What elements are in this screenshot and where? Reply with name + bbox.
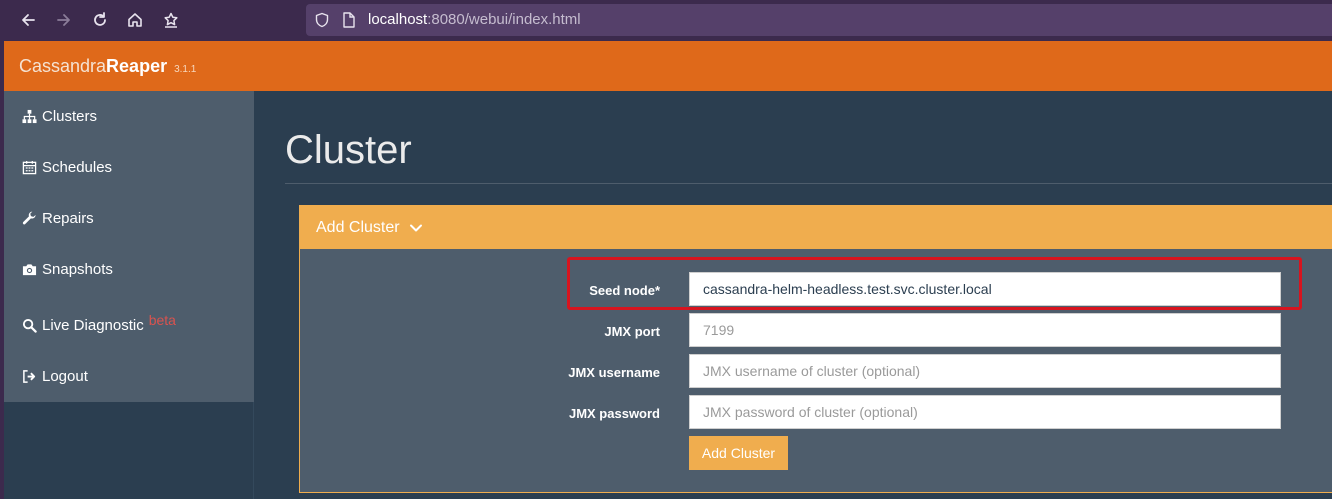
- jmx-username-input[interactable]: [689, 354, 1281, 388]
- forward-arrow-icon[interactable]: [52, 8, 76, 32]
- sidebar-item-live-diagnostic[interactable]: Live Diagnostic beta: [4, 300, 254, 351]
- page-title: Cluster: [285, 128, 412, 172]
- address-bar[interactable]: localhost:8080/webui/index.html: [306, 4, 1332, 36]
- sign-out-icon: [21, 369, 37, 385]
- jmx-port-input[interactable]: [689, 313, 1281, 347]
- shield-icon[interactable]: [314, 12, 330, 28]
- sidebar-item-label: Repairs: [42, 210, 94, 227]
- bookmark-star-icon[interactable]: [159, 8, 183, 32]
- sidebar-item-repairs[interactable]: Repairs: [4, 193, 254, 244]
- sidebar-empty-area: [4, 402, 254, 499]
- sidebar-item-snapshots[interactable]: Snapshots: [4, 244, 254, 295]
- add-cluster-panel-toggle[interactable]: Add Cluster: [300, 206, 1332, 249]
- chevron-down-icon: [409, 221, 423, 235]
- back-arrow-icon[interactable]: [16, 8, 40, 32]
- jmx-username-label: JMX username: [568, 365, 660, 380]
- url-text[interactable]: localhost:8080/webui/index.html: [368, 11, 581, 28]
- jmx-password-input[interactable]: [689, 395, 1281, 429]
- search-icon: [21, 318, 37, 334]
- sidebar-item-label: Logout: [42, 368, 88, 385]
- page-icon: [342, 12, 356, 28]
- seed-node-input[interactable]: [689, 272, 1281, 306]
- brand-name-light: Cassandra: [19, 56, 107, 76]
- home-icon[interactable]: [123, 8, 147, 32]
- camera-icon: [21, 262, 37, 278]
- sidebar-item-label: Clusters: [42, 108, 98, 125]
- sidebar-item-label: Schedules: [42, 159, 113, 176]
- wrench-icon: [21, 211, 37, 227]
- calendar-icon: [21, 160, 37, 176]
- add-cluster-panel: Add Cluster: [299, 205, 1332, 493]
- title-divider: [285, 183, 1332, 184]
- jmx-port-label: JMX port: [604, 324, 660, 339]
- brand-name-bold: Reaper: [106, 56, 168, 76]
- sitemap-icon: [21, 109, 37, 125]
- seed-node-label: Seed node*: [589, 283, 660, 298]
- reload-icon[interactable]: [88, 8, 112, 32]
- add-cluster-button[interactable]: Add Cluster: [689, 436, 788, 470]
- brand-logo[interactable]: CassandraReaper 3.1.1: [19, 56, 196, 77]
- jmx-password-label: JMX password: [568, 406, 660, 421]
- url-path: :8080/webui/index.html: [427, 11, 581, 28]
- sidebar: Clusters Schedules Repairs Snapshots Liv…: [4, 91, 254, 402]
- sidebar-item-logout[interactable]: Logout: [4, 351, 254, 402]
- browser-toolbar: localhost:8080/webui/index.html: [0, 0, 1332, 41]
- sidebar-item-schedules[interactable]: Schedules: [4, 142, 254, 193]
- sidebar-item-label: Snapshots: [42, 261, 113, 278]
- sidebar-item-label: Live Diagnostic: [42, 317, 144, 334]
- beta-badge: beta: [148, 311, 176, 328]
- sidebar-item-clusters[interactable]: Clusters: [4, 91, 254, 142]
- app-header: CassandraReaper 3.1.1: [4, 41, 1332, 91]
- url-host: localhost: [368, 11, 428, 28]
- brand-version: 3.1.1: [174, 64, 197, 75]
- panel-heading-label: Add Cluster: [316, 218, 400, 236]
